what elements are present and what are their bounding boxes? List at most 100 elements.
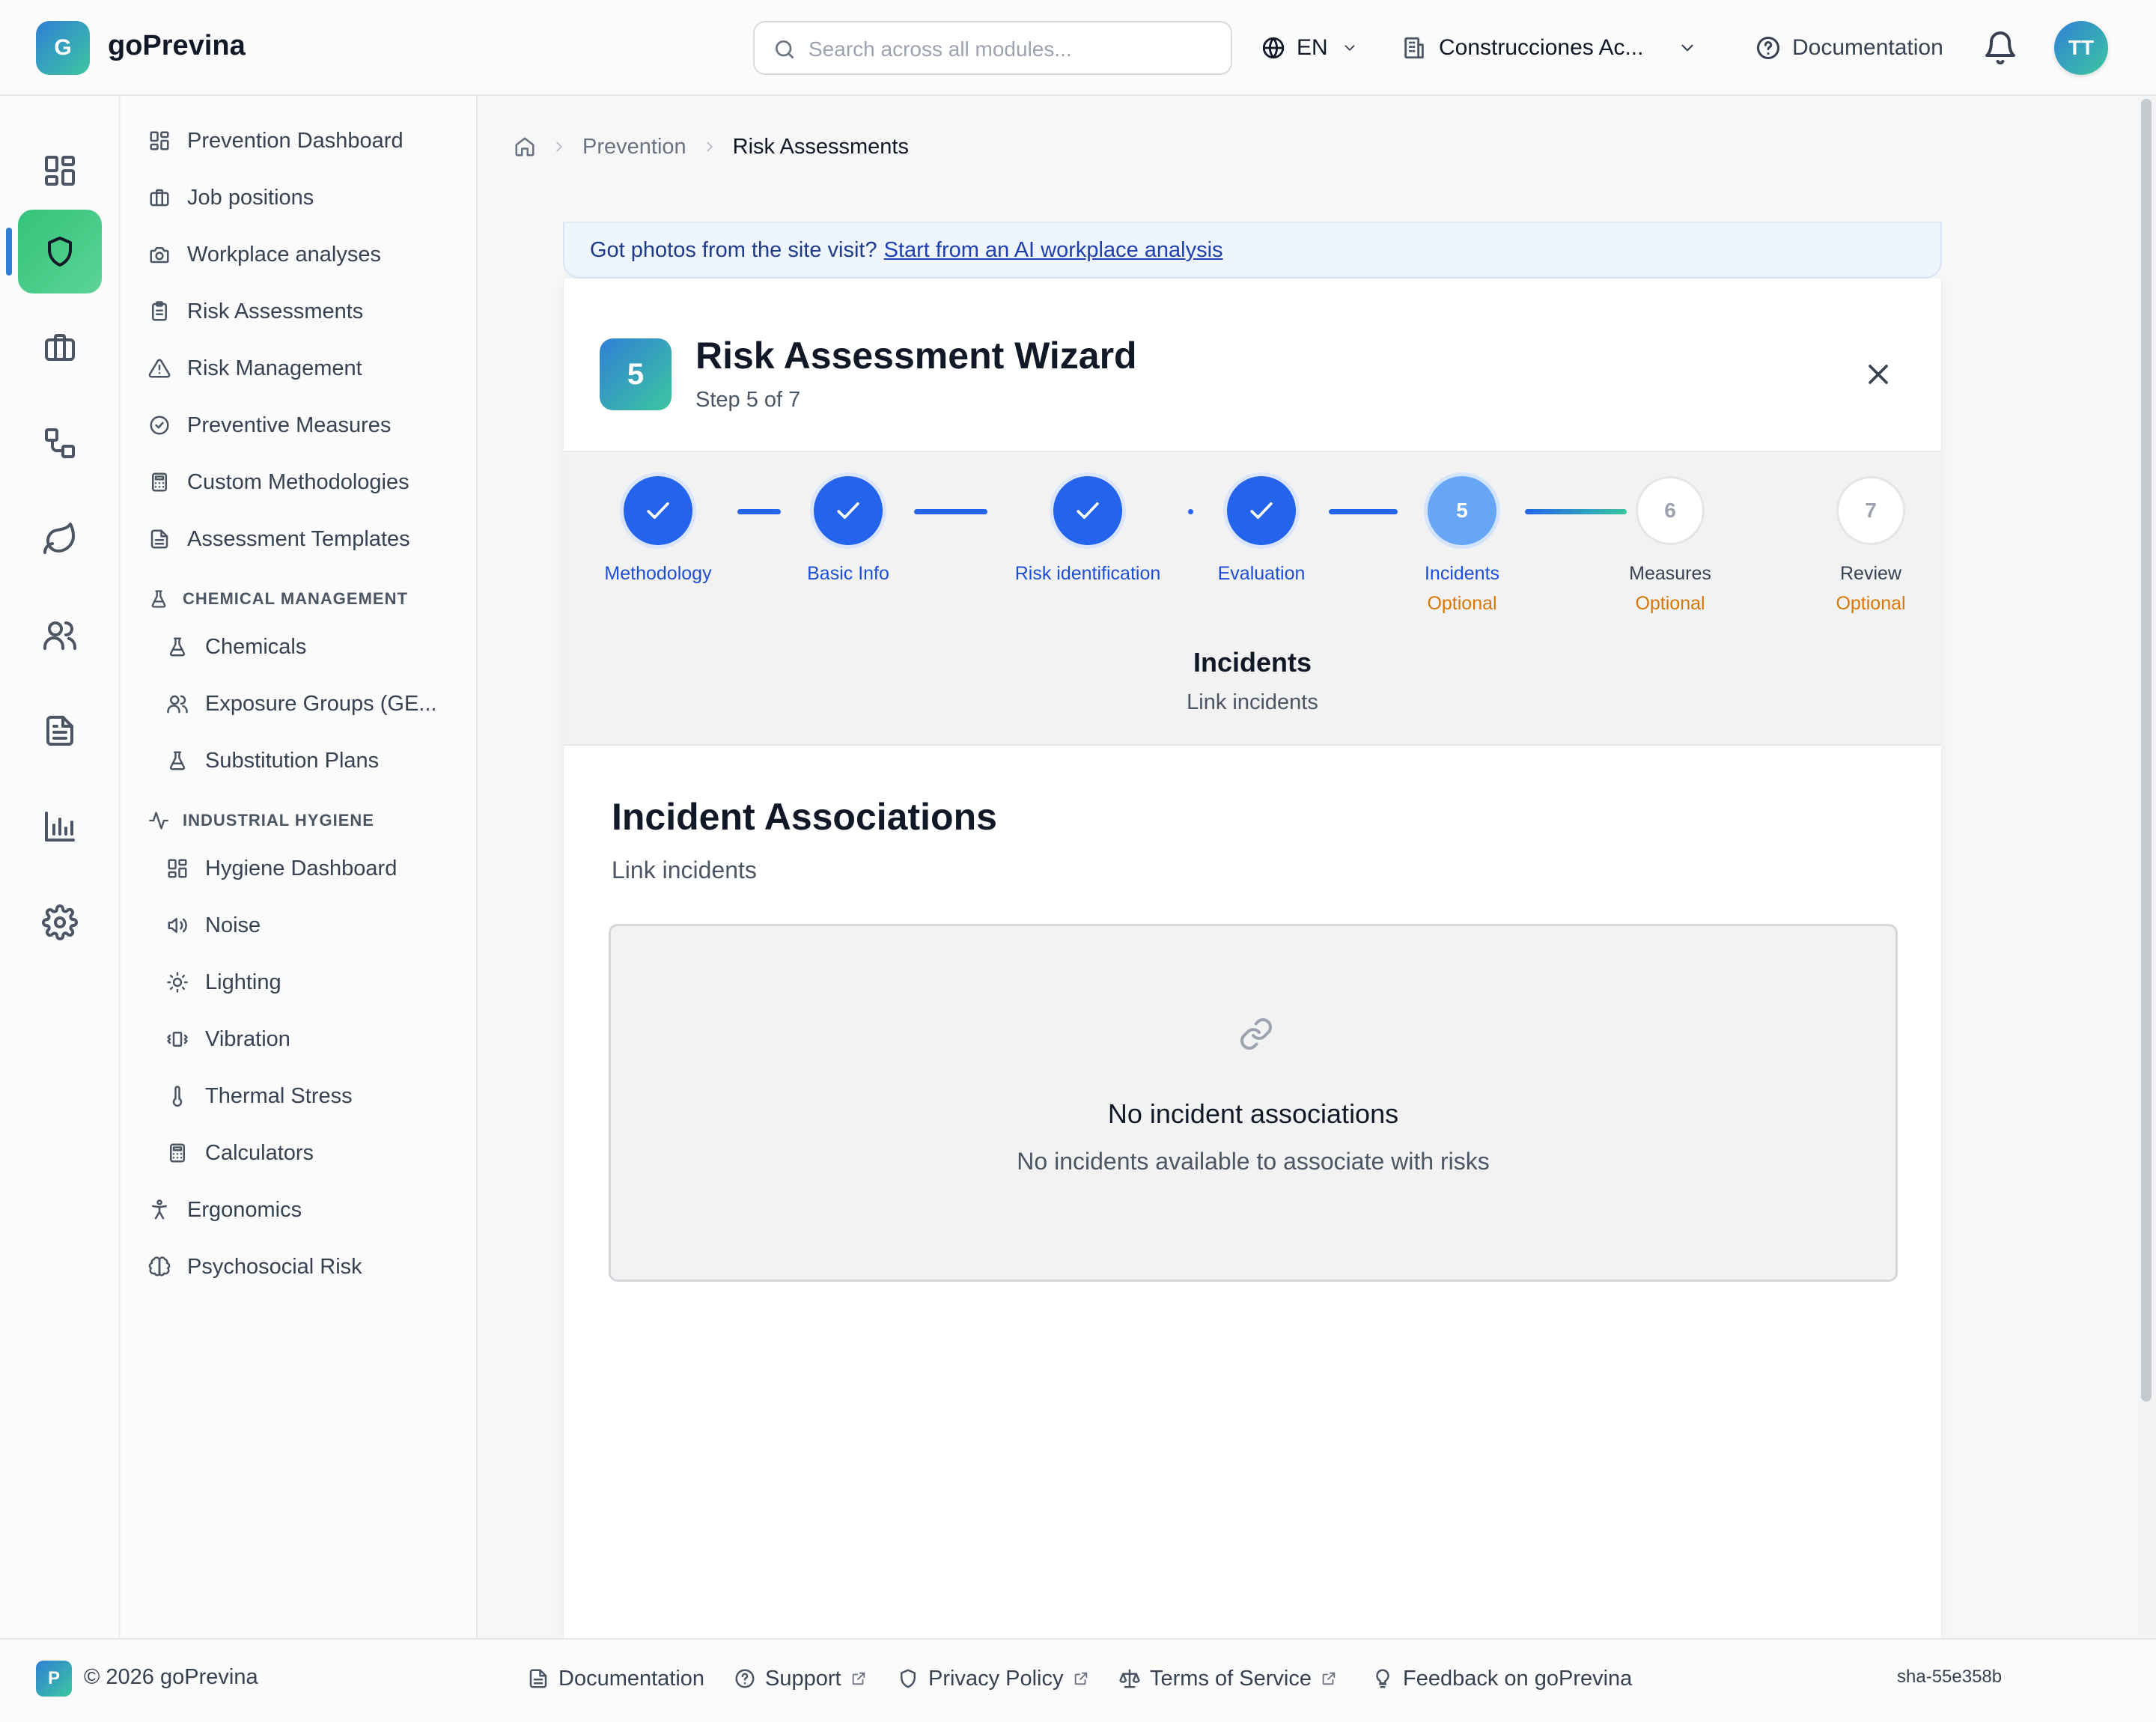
search-input[interactable] (808, 33, 1213, 66)
chevron-right-icon (556, 142, 562, 152)
wizard-card: 5 Risk Assessment Wizard Step 5 of 7 Met… (563, 279, 1942, 1638)
sidebar-item-risk-assessments[interactable]: Risk Assessments (148, 289, 363, 334)
step-label: Methodology (604, 563, 712, 584)
link-icon (1240, 1018, 1272, 1050)
scrollbar-thumb[interactable] (2141, 99, 2152, 1402)
shield-icon (901, 1669, 916, 1688)
step-4-evaluation[interactable] (1227, 476, 1296, 545)
bell-icon[interactable] (1982, 30, 2018, 66)
sidebar-section-label: CHEMICAL MANAGEMENT (183, 589, 408, 608)
footer-feedback-link[interactable]: Feedback on goPrevina (1371, 1664, 1632, 1694)
step-6-measures[interactable]: 6 (1636, 476, 1705, 545)
breadcrumb-current: Risk Assessments (732, 134, 909, 159)
sidebar-item-label: Assessment Templates (187, 526, 410, 551)
sidebar-section-label: INDUSTRIAL HYGIENE (183, 811, 374, 830)
step-5-incidents[interactable]: 5 (1428, 476, 1496, 545)
sidebar-item-calculators[interactable]: Calculators (166, 1131, 314, 1175)
sidebar-item-thermal-stress[interactable]: Thermal Stress (166, 1074, 353, 1119)
sidebar-section-industrial-hygiene[interactable]: INDUSTRIAL HYGIENE (148, 806, 374, 836)
sidebar-item-label: Prevention Dashboard (187, 128, 404, 153)
sidebar-item-chemicals[interactable]: Chemicals (166, 624, 306, 669)
globe-icon (1262, 37, 1285, 59)
current-step-heading: Incidents (1193, 647, 1312, 678)
ai-analysis-link[interactable]: Start from an AI workplace analysis (884, 238, 1223, 263)
sidebar-item-exposure-groups[interactable]: Exposure Groups (GE... (166, 681, 436, 726)
briefcase-icon (150, 189, 169, 207)
footer-terms-link[interactable]: Terms of Service (1118, 1664, 1337, 1694)
footer-link-label: Documentation (558, 1666, 705, 1691)
camera-icon (150, 247, 169, 264)
file-text-icon (150, 529, 168, 549)
step-optional-tag: Optional (1836, 593, 1906, 614)
sidebar-item-hygiene-dashboard[interactable]: Hygiene Dashboard (166, 846, 397, 891)
breadcrumb-prevention[interactable]: Prevention (582, 135, 686, 159)
step-7-review[interactable]: 7 (1836, 476, 1905, 545)
help-circle-icon (735, 1669, 755, 1688)
rail-settings[interactable] (18, 880, 102, 964)
sidebar-item-vibration[interactable]: Vibration (166, 1017, 290, 1062)
lightbulb-icon (1376, 1669, 1389, 1688)
sidebar-section-chemical-management[interactable]: CHEMICAL MANAGEMENT (148, 584, 408, 614)
sidebar-item-workplace-analyses[interactable]: Workplace analyses (148, 232, 381, 277)
rail-environment[interactable] (18, 497, 102, 581)
chevron-down-icon (1345, 45, 1355, 51)
home-icon[interactable] (514, 136, 536, 158)
empty-state-subtitle: No incidents available to associate with… (1017, 1148, 1490, 1175)
close-icon[interactable] (1862, 358, 1895, 391)
sidebar-item-lighting[interactable]: Lighting (166, 960, 281, 1005)
sidebar-item-psychosocial-risk[interactable]: Psychosocial Risk (148, 1244, 362, 1289)
sidebar-item-custom-methodologies[interactable]: Custom Methodologies (148, 460, 409, 505)
speaker-icon (168, 918, 187, 933)
documentation-link[interactable]: Documentation (1755, 30, 1943, 66)
step-connector (914, 509, 987, 514)
check-icon (837, 502, 859, 519)
sidebar-item-label: Calculators (205, 1140, 314, 1165)
step-label: Measures (1629, 563, 1711, 584)
sun-icon (167, 972, 188, 993)
sidebar-item-risk-management[interactable]: Risk Management (148, 346, 362, 391)
check-circle-icon (150, 416, 169, 435)
step-2-basic-info[interactable] (814, 476, 883, 545)
sidebar-item-prevention-dashboard[interactable]: Prevention Dashboard (148, 118, 404, 163)
brand-logo[interactable]: G (36, 21, 90, 75)
sidebar-item-substitution-plans[interactable]: Substitution Plans (166, 738, 379, 783)
shield-icon (48, 237, 72, 267)
step-1-methodology[interactable] (624, 476, 692, 545)
rail-people[interactable] (18, 593, 102, 677)
check-icon (647, 502, 669, 519)
search-box[interactable] (753, 21, 1232, 75)
external-link-icon (1322, 1672, 1336, 1685)
rail-prevention[interactable] (18, 210, 102, 293)
sidebar-item-preventive-measures[interactable]: Preventive Measures (148, 403, 391, 448)
rail-workflows[interactable] (18, 401, 102, 485)
language-selector[interactable]: EN (1261, 30, 1358, 66)
sidebar-item-label: Thermal Stress (205, 1083, 353, 1108)
company-selector[interactable]: Construcciones Ac... (1401, 30, 1697, 66)
briefcase-icon (45, 334, 75, 361)
rail-active-indicator (6, 228, 12, 276)
dashboard-icon (150, 131, 169, 150)
step-connector (737, 509, 781, 514)
sidebar-item-job-positions[interactable]: Job positions (148, 175, 314, 220)
avatar[interactable]: TT (2054, 21, 2108, 75)
rail-reports[interactable] (18, 785, 102, 868)
footer-support-link[interactable]: Support (734, 1664, 867, 1694)
step-connector (1525, 509, 1627, 514)
sidebar-item-noise[interactable]: Noise (166, 903, 261, 948)
rail-dashboard[interactable] (18, 129, 102, 213)
sidebar-item-ergonomics[interactable]: Ergonomics (148, 1187, 302, 1232)
sidebar-item-assessment-templates[interactable]: Assessment Templates (148, 517, 410, 562)
step-label: Review (1840, 563, 1901, 584)
rail-jobs[interactable] (18, 305, 102, 389)
sidebar-item-label: Psychosocial Risk (187, 1254, 362, 1279)
sidebar-item-label: Risk Assessments (187, 299, 364, 323)
top-bar: G goPrevina EN Construcciones Ac... Docu… (0, 0, 2156, 96)
wizard-stepper: Methodology Basic Info Risk identificati… (564, 452, 1941, 746)
brand-name[interactable]: goPrevina (108, 30, 246, 62)
step-3-risk-identification[interactable] (1053, 476, 1122, 545)
empty-state-title: No incident associations (1107, 1098, 1399, 1129)
chevron-down-icon (1681, 44, 1694, 52)
footer-documentation-link[interactable]: Documentation (527, 1664, 704, 1694)
rail-documents[interactable] (18, 689, 102, 773)
footer-privacy-link[interactable]: Privacy Policy (897, 1664, 1089, 1694)
